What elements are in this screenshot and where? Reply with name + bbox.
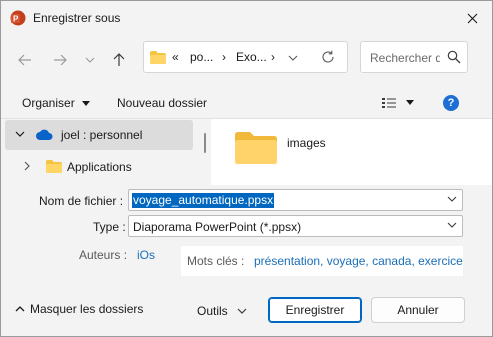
- save-as-dialog: P Enregistrer sous « po... › Exo... › Re…: [0, 0, 493, 337]
- save-form: Nom de fichier : voyage_automatique.ppsx…: [1, 185, 492, 285]
- list-view-icon: [382, 98, 396, 108]
- back-button[interactable]: [16, 51, 34, 69]
- filename-field[interactable]: voyage_automatique.ppsx: [128, 189, 463, 211]
- navigation-pane: joel : personnel Applications: [1, 119, 201, 185]
- up-button[interactable]: [110, 51, 128, 69]
- folder-icon: [235, 132, 277, 164]
- chevron-down-icon[interactable]: [447, 196, 457, 202]
- command-bar: Organiser Nouveau dossier ?: [1, 91, 492, 117]
- breadcrumb-item[interactable]: po...: [190, 50, 213, 64]
- file-type-select[interactable]: Diaporama PowerPoint (*.ppsx): [128, 215, 463, 237]
- keywords-value[interactable]: présentation, voyage, canada, exercice: [254, 254, 463, 268]
- breadcrumb-item[interactable]: Exo...: [236, 50, 267, 64]
- help-button[interactable]: ?: [443, 95, 459, 111]
- recent-locations-button[interactable]: [81, 51, 99, 69]
- search-input[interactable]: Rechercher dans: [360, 41, 468, 73]
- folder-icon: [150, 51, 166, 64]
- breadcrumb-separator[interactable]: ›: [222, 50, 226, 64]
- hide-folders-button[interactable]: Masquer les dossiers: [15, 302, 143, 316]
- tools-menu-button[interactable]: Outils: [197, 304, 247, 318]
- filename-label: Nom de fichier :: [39, 194, 124, 208]
- chevron-down-icon: [85, 57, 95, 63]
- chevron-up-icon: [15, 306, 25, 312]
- navigation-scrollbar[interactable]: [204, 133, 206, 153]
- forward-button[interactable]: [51, 51, 69, 69]
- powerpoint-app-icon: P: [10, 10, 26, 26]
- file-list-pane: images: [211, 119, 492, 185]
- cloud-icon: [36, 129, 53, 140]
- filename-value[interactable]: voyage_automatique.ppsx: [132, 193, 275, 208]
- arrow-up-icon: [113, 53, 125, 66]
- view-options-button[interactable]: [382, 97, 414, 112]
- title-bar: P Enregistrer sous: [1, 1, 492, 35]
- refresh-icon[interactable]: [321, 50, 335, 64]
- tree-item-applications[interactable]: Applications: [67, 160, 132, 174]
- breadcrumb-overflow[interactable]: «: [172, 50, 179, 64]
- chevron-down-icon[interactable]: [15, 131, 25, 137]
- type-label: Type :: [93, 220, 126, 234]
- organize-label: Organiser: [22, 96, 75, 110]
- close-icon: [467, 13, 477, 23]
- chevron-down-icon[interactable]: [447, 222, 457, 228]
- chevron-down-icon[interactable]: [288, 55, 298, 61]
- cancel-button[interactable]: Annuler: [371, 297, 465, 323]
- folder-icon: [46, 160, 62, 173]
- close-button[interactable]: [458, 4, 486, 32]
- chevron-down-icon: [237, 308, 247, 314]
- authors-value[interactable]: iOs: [137, 248, 155, 262]
- chevron-right-icon[interactable]: [24, 161, 30, 171]
- window-title: Enregistrer sous: [33, 11, 121, 25]
- authors-label: Auteurs :: [79, 248, 128, 262]
- arrow-right-icon: [54, 54, 67, 66]
- file-item-label: images: [287, 136, 326, 150]
- organize-menu-button[interactable]: Organiser: [22, 96, 91, 110]
- hide-folders-label: Masquer les dossiers: [30, 302, 144, 316]
- dialog-footer: Masquer les dossiers Outils Enregistrer …: [1, 285, 492, 336]
- svg-text:P: P: [13, 15, 19, 24]
- navigation-row: « po... › Exo... › Rechercher dans: [1, 37, 492, 83]
- new-folder-label: Nouveau dossier: [117, 96, 208, 110]
- keywords-label: Mots clés :: [187, 254, 245, 268]
- tree-item-label: joel : personnel: [61, 128, 143, 142]
- file-type-value: Diaporama PowerPoint (*.ppsx): [133, 220, 302, 234]
- arrow-left-icon: [18, 54, 31, 66]
- new-folder-button[interactable]: Nouveau dossier: [117, 96, 207, 110]
- caret-down-icon: [406, 100, 414, 105]
- search-icon: [447, 50, 461, 64]
- breadcrumb-separator[interactable]: ›: [271, 50, 275, 64]
- tools-label: Outils: [197, 304, 228, 318]
- search-placeholder: Rechercher dans: [370, 51, 440, 65]
- save-button[interactable]: Enregistrer: [268, 297, 362, 323]
- address-bar[interactable]: « po... › Exo... ›: [143, 41, 348, 73]
- caret-down-icon: [82, 101, 91, 106]
